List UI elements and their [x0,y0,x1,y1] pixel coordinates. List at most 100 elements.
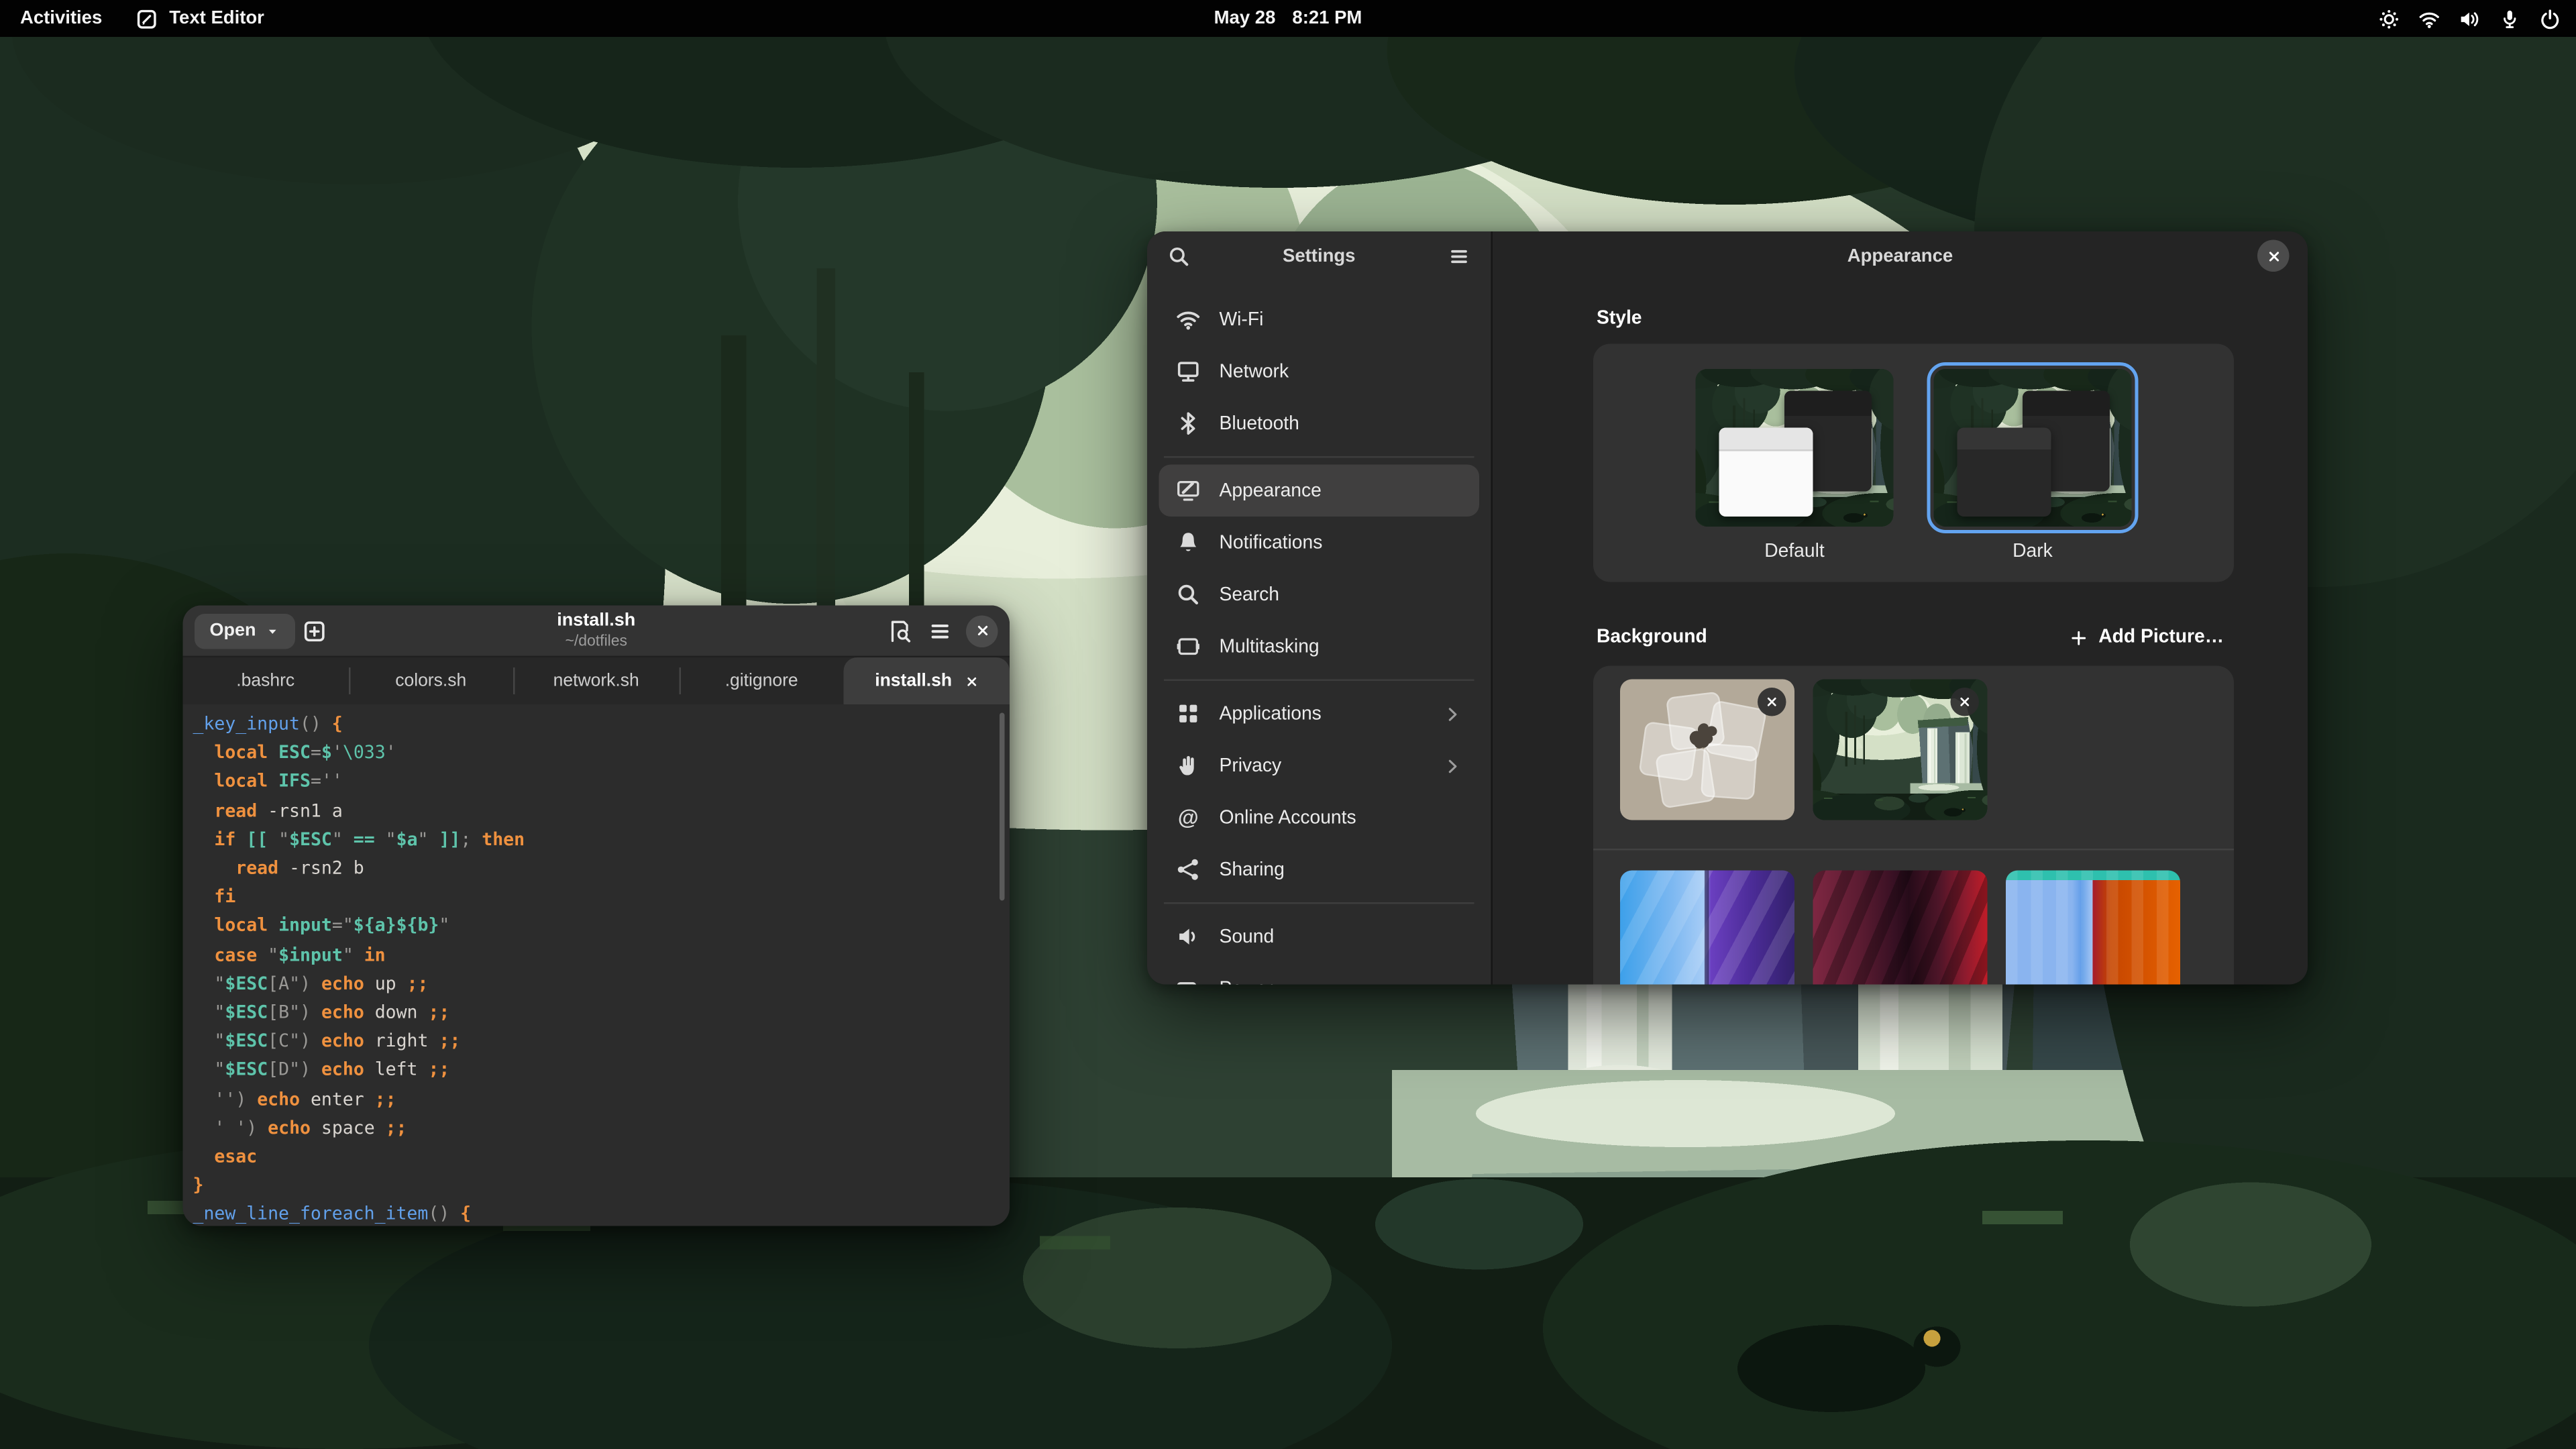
editor-tab-gitignore[interactable]: .gitignore [679,657,844,704]
code-line: _key_input() { [193,711,1010,740]
sidebar-divider [1164,456,1474,458]
close-tab-button[interactable] [964,674,979,689]
top-bar: Activities Text Editor May 28 8:21 PM [0,0,2576,37]
brightness-icon [2378,7,2400,30]
sidebar-item-online-accounts[interactable]: @Online Accounts [1159,792,1480,844]
edit-app-icon [136,7,158,30]
sidebar-item-network[interactable]: Network [1159,345,1480,398]
sidebar-item-search[interactable]: Search [1159,569,1480,621]
chevron-right-icon [1442,704,1462,724]
sidebar-item-label: Privacy [1220,755,1282,775]
open-label: Open [210,621,256,641]
code-line: ' ') echo space ;; [193,1115,1010,1144]
open-document-button[interactable]: Open [195,613,294,649]
tab-new-icon [302,618,327,643]
settings-close-button[interactable] [2257,240,2290,272]
settings-search-button[interactable] [1159,235,1199,276]
system-status-area[interactable] [2378,7,2561,30]
wallpaper-tile-pixels-day-night[interactable] [1620,871,1794,985]
code-line: if [[ "$ESC" == "$a" ]]; then [193,826,1010,855]
close-icon [1764,694,1780,710]
editor-tab-colors-sh[interactable]: colors.sh [348,657,513,704]
panel-content: Style DefaultDark Background Add Picture… [1493,280,2308,985]
document-title: install.sh [557,610,635,632]
sidebar-item-applications[interactable]: Applications [1159,688,1480,740]
sidebar-item-label: Notifications [1220,533,1323,553]
code-line: "$ESC[C") echo right ;; [193,1028,1010,1057]
style-option-default[interactable]: Default [1696,369,1894,562]
code-line: fi [193,884,1010,913]
tab-label: .gitignore [725,671,798,691]
sidebar-item-appearance[interactable]: Appearance [1159,465,1480,517]
wallpaper-thumbnail-light-abstract-squares[interactable] [1620,680,1794,820]
code-line: local IFS='' [193,769,1010,798]
editor-close-button[interactable] [966,614,998,647]
sidebar-item-multitasking[interactable]: Multitasking [1159,621,1480,673]
caret-down-icon [264,623,280,639]
tab-label: install.sh [875,671,952,691]
sidebar-item-sound[interactable]: Sound [1159,911,1480,963]
sidebar-item-label: Wi-Fi [1220,309,1264,329]
code-line: '') echo enter ;; [193,1086,1010,1115]
sidebar-item-power[interactable]: Power [1159,963,1480,985]
editor-headerbar[interactable]: Open install.sh ~/dotfiles [183,606,1010,658]
code-line: local input="${a}${b}" [193,913,1010,942]
code-editor-area[interactable]: _key_input() { local ESC=$'\033' local I… [183,704,1010,1226]
new-tab-button[interactable] [294,610,335,651]
code-line: local ESC=$'\033' [193,740,1010,769]
battery-icon [1176,976,1201,985]
style-option-dark[interactable]: Dark [1934,369,2132,562]
wallpaper-tile-crimson-waves[interactable] [1813,871,1988,985]
style-preview-dark[interactable] [1934,369,2132,527]
search-icon [1176,582,1201,608]
network-icon [1176,359,1201,384]
editor-scrollbar[interactable] [1000,713,1005,901]
sidebar-item-sharing[interactable]: Sharing [1159,844,1480,896]
wifi-icon [1176,307,1201,333]
settings-nav-list: Wi-Fi Network Bluetooth Appearance Notificat… [1147,280,1491,985]
chevron-right-icon [1442,755,1462,775]
sidebar-item-wi-fi[interactable]: Wi-Fi [1159,294,1480,346]
editor-tab-bashrc[interactable]: .bashrc [183,657,348,704]
remove-wallpaper-button[interactable] [1951,688,1980,716]
menu-icon [926,618,952,643]
bluetooth-icon [1176,411,1201,437]
code-line: "$ESC[D") echo left ;; [193,1057,1010,1086]
sidebar-item-notifications[interactable]: Notifications [1159,517,1480,569]
sidebar-item-label: Multitasking [1220,637,1320,657]
editor-tab-bar: .bashrccolors.shnetwork.sh .gitignore inst… [183,657,1010,704]
wallpapers-divider [1593,849,2234,851]
wallpaper-tile-drips-day-night[interactable] [2006,871,2180,985]
activities-button[interactable]: Activities [20,9,102,29]
sidebar-item-label: Network [1220,362,1289,382]
settings-menu-button[interactable] [1439,235,1479,276]
applications-icon [1176,701,1201,727]
add-picture-button[interactable]: Add Picture… [2060,623,2234,653]
panel-title: Appearance [1847,246,1953,266]
editor-tab-install-sh[interactable]: install.sh [844,657,1009,704]
sound-icon [1176,924,1201,950]
background-wallpapers-card [1593,666,2234,985]
close-icon [973,623,990,639]
appearance-icon [1176,478,1201,504]
remove-wallpaper-button[interactable] [1758,688,1786,716]
panel-headerbar[interactable]: Appearance [1493,231,2308,280]
code-line: "$ESC[B") echo down ;; [193,1000,1010,1028]
clock-time: 8:21 PM [1292,9,1362,29]
sidebar-item-label: Appearance [1220,480,1322,500]
search-document-button[interactable] [879,610,919,651]
code-line: case "$input" in [193,942,1010,971]
editor-menu-button[interactable] [919,610,959,651]
style-preview-default[interactable] [1696,369,1894,527]
focused-app-name: Text Editor [169,9,264,29]
wallpaper-thumbnail-forest-waterfall[interactable] [1813,680,1988,820]
clock-button[interactable]: May 28 8:21 PM [1214,0,1362,37]
focused-app-menu[interactable]: Text Editor [136,7,264,30]
editor-tab-network-sh[interactable]: network.sh [513,657,678,704]
style-options-card: DefaultDark [1593,344,2234,582]
sidebar-headerbar[interactable]: Settings [1147,231,1491,280]
svg-text:@: @ [1178,805,1199,829]
sidebar-item-bluetooth[interactable]: Bluetooth [1159,398,1480,450]
search-icon [1167,244,1191,268]
sidebar-item-privacy[interactable]: Privacy [1159,740,1480,792]
